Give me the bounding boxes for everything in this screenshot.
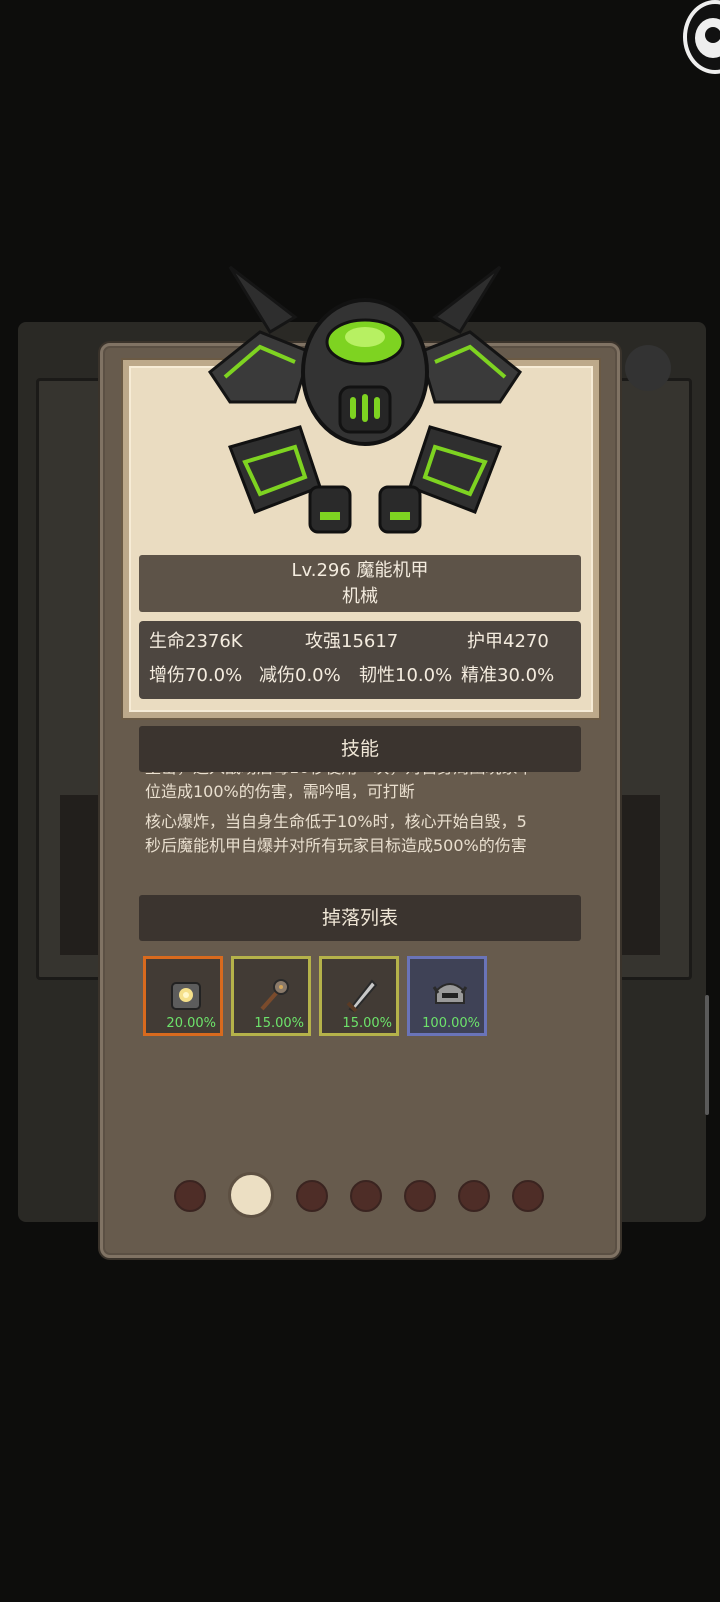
page-dot-active[interactable] (228, 1172, 274, 1218)
stat-armor: 护甲4270 (467, 631, 549, 652)
skill-2-line-1: 核心爆炸，当自身生命低于10%时，核心开始自毁，5 (145, 812, 527, 831)
scrollbar[interactable] (705, 995, 709, 1115)
stat-accuracy: 精准30.0% (461, 665, 555, 686)
background-button (625, 345, 671, 391)
drop-item-3[interactable]: 15.00% (319, 956, 399, 1036)
stat-damage-up: 增伤70.0% (149, 665, 243, 686)
mace-icon (260, 979, 289, 1011)
drop-chance: 15.00% (254, 1016, 304, 1031)
drop-chance: 15.00% (342, 1016, 392, 1031)
page-dot[interactable] (174, 1180, 206, 1212)
helmet-icon (432, 983, 468, 1004)
monster-type: 机械 (342, 586, 378, 607)
skill-2-line-2: 秒后魔能机甲自爆并对所有玩家目标造成500%的伤害 (145, 836, 527, 855)
drop-item-1[interactable]: 20.00% (143, 956, 223, 1036)
stat-hp: 生命2376K (149, 631, 243, 652)
drop-chance: 100.00% (422, 1016, 480, 1031)
page-dot[interactable] (296, 1180, 328, 1212)
page-dot[interactable] (404, 1180, 436, 1212)
skill-scroll-area[interactable]: 重击，进入战场后每10秒使用一次，对自身周围玩家单 位造成100%的伤害，需吟唱… (139, 770, 589, 900)
monster-name-bar: Lv.296 魔能机甲 机械 (139, 555, 581, 612)
sword-icon (346, 979, 378, 1013)
drop-item-4[interactable]: 100.00% (407, 956, 487, 1036)
stat-attack: 攻强15617 (305, 631, 399, 652)
stat-tenacity: 韧性10.0% (359, 665, 453, 686)
drop-item-2[interactable]: 15.00% (231, 956, 311, 1036)
page-dot[interactable] (512, 1180, 544, 1212)
skills-header: 技能 (139, 726, 581, 772)
monster-stats-box: 生命2376K 攻强15617 护甲4270 增伤70.0% 减伤0.0% 韧性… (139, 621, 581, 699)
page-dot[interactable] (458, 1180, 490, 1212)
glowing-chest-armor-icon (171, 982, 201, 1010)
drop-list-header: 掉落列表 (139, 895, 581, 941)
mech-monster-portrait (207, 265, 523, 534)
stat-damage-reduction: 减伤0.0% (259, 665, 341, 686)
drop-chance: 20.00% (166, 1016, 216, 1031)
monster-level-name: Lv.296 魔能机甲 (291, 560, 429, 581)
skill-1-line-2: 位造成100%的伤害，需吟唱，可打断 (145, 782, 415, 801)
page-dot[interactable] (350, 1180, 382, 1212)
